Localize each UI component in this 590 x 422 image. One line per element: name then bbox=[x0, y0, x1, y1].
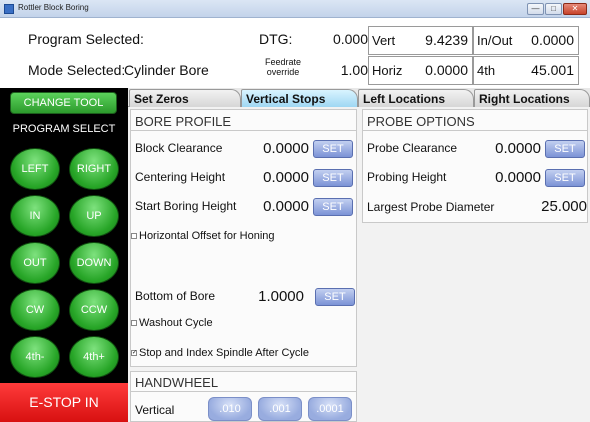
probe-clearance-set-button[interactable]: SET bbox=[545, 140, 585, 158]
feedrate-value: 1.00 bbox=[340, 62, 368, 78]
vert-readout: Vert 9.4239 bbox=[368, 26, 473, 55]
horiz-readout: Horiz 0.0000 bbox=[368, 56, 473, 85]
probe-options-title: PROBE OPTIONS bbox=[367, 114, 475, 129]
feedrate-label: Feedrate override bbox=[264, 57, 302, 77]
largest-probe-diameter-label: Largest Probe Diameter bbox=[367, 200, 495, 214]
washout-cycle-checkbox[interactable]: Washout Cycle bbox=[131, 317, 213, 329]
probe-clearance-value[interactable]: 0.0000 bbox=[475, 140, 541, 157]
program-select-label: PROGRAM SELECT bbox=[12, 123, 116, 135]
title-bar: Rottler Block Boring — □ ✕ bbox=[0, 0, 590, 18]
centering-height-label: Centering Height bbox=[135, 170, 226, 184]
stop-index-label: Stop and Index Spindle After Cycle bbox=[139, 347, 309, 359]
inout-label: In/Out bbox=[477, 33, 513, 48]
jog-down-button[interactable]: DOWN bbox=[69, 242, 119, 284]
block-clearance-label: Block Clearance bbox=[135, 141, 223, 155]
change-tool-button[interactable]: CHANGE TOOL bbox=[10, 92, 117, 114]
probing-height-label: Probing Height bbox=[367, 170, 447, 184]
jog-left-button[interactable]: LEFT bbox=[10, 148, 60, 190]
bottom-of-bore-label: Bottom of Bore bbox=[135, 289, 216, 303]
handwheel-increment-0001-button[interactable]: .0001 bbox=[308, 397, 352, 421]
tab-set-zeros[interactable]: Set Zeros bbox=[129, 89, 241, 107]
block-clearance-set-button[interactable]: SET bbox=[313, 140, 353, 158]
probing-height-set-button[interactable]: SET bbox=[545, 169, 585, 187]
bottom-of-bore-set-button[interactable]: SET bbox=[315, 288, 355, 306]
start-boring-height-set-button[interactable]: SET bbox=[313, 198, 353, 216]
horiz-value: 0.0000 bbox=[425, 62, 468, 78]
close-icon[interactable]: ✕ bbox=[563, 3, 587, 15]
jog-in-button[interactable]: IN bbox=[10, 195, 60, 237]
probe-options-divider bbox=[363, 130, 587, 131]
jog-cw-button[interactable]: CW bbox=[10, 289, 60, 331]
handwheel-title: HANDWHEEL bbox=[135, 375, 219, 390]
bore-profile-title: BORE PROFILE bbox=[135, 114, 232, 129]
checkbox-box[interactable] bbox=[131, 233, 137, 240]
fourth-value: 45.001 bbox=[531, 62, 574, 78]
largest-probe-diameter-value[interactable]: 25.000 bbox=[520, 198, 587, 215]
tab-vertical-stops[interactable]: Vertical Stops bbox=[241, 89, 358, 107]
tab-left-locations[interactable]: Left Locations bbox=[358, 89, 474, 107]
bottom-of-bore-value[interactable]: 1.0000 bbox=[240, 288, 304, 305]
stop-index-checkbox[interactable]: ✓ Stop and Index Spindle After Cycle bbox=[131, 347, 309, 359]
jog-right-button[interactable]: RIGHT bbox=[69, 148, 119, 190]
handwheel-divider bbox=[131, 391, 356, 392]
app-icon bbox=[4, 4, 14, 14]
jog-ccw-button[interactable]: CCW bbox=[69, 289, 119, 331]
inout-value: 0.0000 bbox=[531, 32, 574, 48]
window-title: Rottler Block Boring bbox=[18, 3, 89, 12]
inout-readout: In/Out 0.0000 bbox=[473, 26, 579, 55]
handwheel-increment-010-button[interactable]: .010 bbox=[208, 397, 252, 421]
mode-selected-label: Mode Selected: bbox=[28, 62, 126, 78]
dtg-label: DTG: bbox=[259, 31, 293, 47]
jog-up-button[interactable]: UP bbox=[69, 195, 119, 237]
probing-height-value[interactable]: 0.0000 bbox=[475, 169, 541, 186]
bore-profile-divider bbox=[131, 130, 356, 131]
vert-value: 9.4239 bbox=[425, 32, 468, 48]
probe-clearance-label: Probe Clearance bbox=[367, 141, 458, 155]
checkbox-box[interactable]: ✓ bbox=[131, 350, 137, 357]
centering-height-set-button[interactable]: SET bbox=[313, 169, 353, 187]
vert-label: Vert bbox=[372, 33, 396, 48]
tab-right-locations[interactable]: Right Locations bbox=[474, 89, 590, 107]
jog-out-button[interactable]: OUT bbox=[10, 242, 60, 284]
horizontal-offset-checkbox[interactable]: Horizontal Offset for Honing bbox=[131, 230, 275, 242]
start-boring-height-value[interactable]: 0.0000 bbox=[245, 198, 309, 215]
program-selected-label: Program Selected: bbox=[28, 31, 144, 47]
checkbox-box[interactable] bbox=[131, 320, 137, 327]
jog-4th-plus-button[interactable]: 4th+ bbox=[69, 336, 119, 378]
dtg-value: 0.000 bbox=[332, 31, 368, 47]
centering-height-value[interactable]: 0.0000 bbox=[245, 169, 309, 186]
estop-button[interactable]: E-STOP IN bbox=[0, 383, 128, 422]
block-clearance-value[interactable]: 0.0000 bbox=[245, 140, 309, 157]
washout-cycle-label: Washout Cycle bbox=[139, 317, 213, 329]
jog-4th-minus-button[interactable]: 4th- bbox=[10, 336, 60, 378]
handwheel-axis-label: Vertical bbox=[135, 403, 175, 417]
fourth-readout: 4th 45.001 bbox=[473, 56, 579, 85]
horizontal-offset-label: Horizontal Offset for Honing bbox=[139, 230, 275, 242]
minimize-icon[interactable]: — bbox=[527, 3, 544, 15]
handwheel-increment-001-button[interactable]: .001 bbox=[258, 397, 302, 421]
mode-selected-value: Cylinder Bore bbox=[124, 62, 209, 78]
maximize-icon[interactable]: □ bbox=[545, 3, 562, 15]
start-boring-height-label: Start Boring Height bbox=[135, 199, 237, 213]
fourth-label: 4th bbox=[477, 63, 496, 78]
horiz-label: Horiz bbox=[372, 63, 403, 78]
